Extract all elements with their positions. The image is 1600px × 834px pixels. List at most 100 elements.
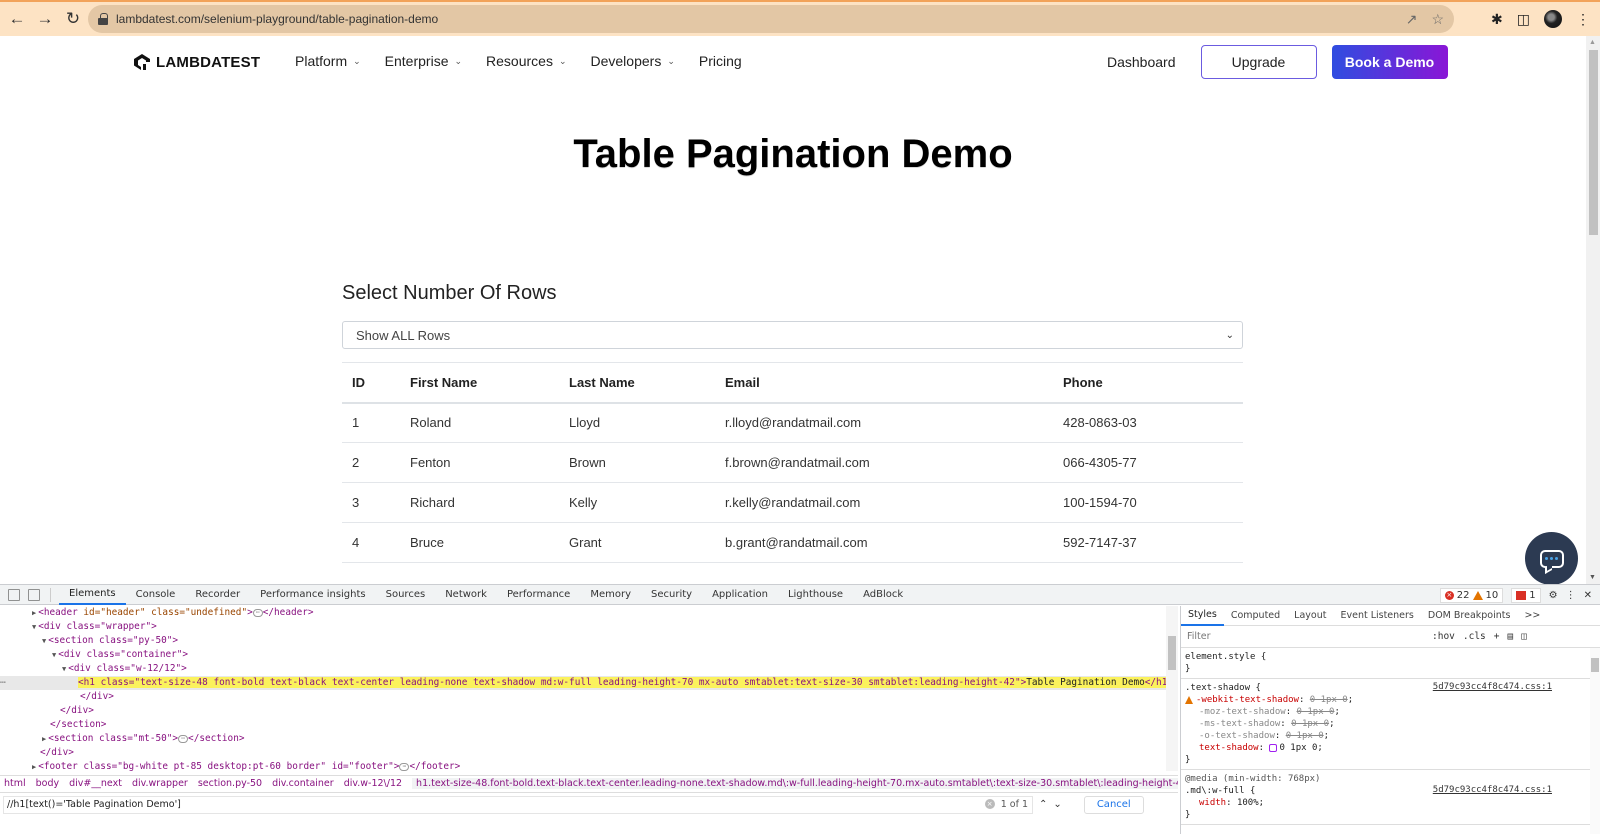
dashboard-link[interactable]: Dashboard <box>1107 54 1176 70</box>
devtools-tab-application[interactable]: Application <box>702 585 778 605</box>
styles-filter-input[interactable]: Filter <box>1184 628 1424 645</box>
dom-node-footer[interactable]: ▶ <footer class="bg-white pt-85 desktop:p… <box>0 760 1170 774</box>
lock-icon[interactable] <box>98 13 108 25</box>
collapsed-ellipsis-icon[interactable]: ⋯ <box>252 608 263 617</box>
style-prop[interactable]: width: 100%; <box>1185 797 1596 809</box>
style-prop[interactable]: -o-text-shadow: 0 1px 0; <box>1185 730 1596 742</box>
nav-enterprise[interactable]: Enterprise ⌄ <box>385 53 462 69</box>
style-prop[interactable]: text-shadow: 0 1px 0; <box>1185 742 1596 754</box>
breadcrumb-html[interactable]: html <box>4 778 26 789</box>
nav-pricing[interactable]: Pricing <box>699 53 742 69</box>
collapsed-ellipsis-icon[interactable]: ⋯ <box>178 734 189 743</box>
devtools-tab-sources[interactable]: Sources <box>376 585 436 605</box>
url-text[interactable]: lambdatest.com/selenium-playground/table… <box>116 12 438 26</box>
back-icon[interactable]: ← <box>4 6 30 32</box>
cancel-search-button[interactable]: Cancel <box>1083 795 1144 814</box>
devtools-tab-console[interactable]: Console <box>126 585 186 605</box>
nav-resources[interactable]: Resources ⌄ <box>486 53 566 69</box>
chat-button[interactable] <box>1525 532 1578 584</box>
tab-styles[interactable]: Styles <box>1181 606 1224 626</box>
settings-gear-icon[interactable]: ⚙ <box>1549 590 1558 601</box>
expand-triangle-icon[interactable]: ▶ <box>32 609 36 617</box>
issues-counter[interactable]: 1 <box>1511 587 1541 603</box>
devtools-tab-lighthouse[interactable]: Lighthouse <box>778 585 853 605</box>
add-rule-icon[interactable]: + <box>1494 631 1500 642</box>
clear-search-icon[interactable]: × <box>984 799 995 809</box>
lambdatest-logo[interactable]: LAMBDATEST <box>132 52 260 72</box>
devtools-tab-performance-insights[interactable]: Performance insights <box>250 585 375 605</box>
breadcrumb-h1[interactable]: h1.text-size-48.font-bold.text-black.tex… <box>412 778 1178 789</box>
dom-scrollbar-thumb[interactable] <box>1168 636 1176 670</box>
toggle-sidebar-icon[interactable]: ◫ <box>1521 631 1527 642</box>
dom-node-header[interactable]: ▶ <header id="header" class="undefined"> ⋯… <box>0 606 1170 620</box>
hov-toggle[interactable]: :hov <box>1432 631 1455 642</box>
share-icon[interactable]: ↗ <box>1406 11 1418 28</box>
breadcrumb-w12[interactable]: div.w-12\/12 <box>344 778 402 789</box>
breadcrumb-section[interactable]: section.py-50 <box>198 778 262 789</box>
dom-node-section[interactable]: ▼ <section class="py-50"> <box>0 634 1170 648</box>
close-devtools-icon[interactable]: ✕ <box>1584 590 1592 601</box>
devtools-tab-recorder[interactable]: Recorder <box>185 585 250 605</box>
styles-scrollbar-thumb[interactable] <box>1591 658 1599 672</box>
error-warning-counter[interactable]: × 22 10 <box>1439 587 1504 603</box>
inspect-element-icon[interactable] <box>8 588 20 601</box>
rule-element-style[interactable]: element.style { } <box>1181 648 1600 679</box>
star-icon[interactable]: ☆ <box>1431 11 1444 28</box>
nav-developers[interactable]: Developers ⌄ <box>591 53 675 69</box>
dom-node-h1-selected[interactable]: ⋯ <h1 class="text-size-48 font-bold text-… <box>0 676 1170 690</box>
devtools-tab-network[interactable]: Network <box>435 585 497 605</box>
breadcrumb-wrapper[interactable]: div.wrapper <box>132 778 188 789</box>
more-options-icon[interactable]: ⋮ <box>1566 590 1576 601</box>
previous-result-icon[interactable]: ⌃ <box>1039 799 1047 810</box>
breadcrumb-container[interactable]: div.container <box>272 778 334 789</box>
sidepanel-icon[interactable]: ◫ <box>1517 11 1530 28</box>
device-toggle-icon[interactable] <box>28 588 40 601</box>
breadcrumb-body[interactable]: body <box>36 778 60 789</box>
forward-icon[interactable]: → <box>32 6 58 32</box>
style-prop[interactable]: -moz-text-shadow: 0 1px 0; <box>1185 706 1596 718</box>
tab-layout[interactable]: Layout <box>1287 606 1333 626</box>
more-tabs-icon[interactable]: >> <box>1517 606 1547 626</box>
menu-icon[interactable]: ⋮ <box>1576 11 1590 28</box>
nav-platform[interactable]: Platform ⌄ <box>295 53 361 69</box>
rule-text-shadow[interactable]: 5d79c93cc4f8c474.css:1 .text-shadow { -w… <box>1181 679 1600 770</box>
collapse-triangle-icon[interactable]: ▼ <box>62 665 66 673</box>
collapse-triangle-icon[interactable]: ▼ <box>42 637 46 645</box>
page-scrollbar[interactable]: ▲ ▼ <box>1586 36 1600 584</box>
collapsed-ellipsis-icon[interactable]: ⋯ <box>399 762 410 771</box>
devtools-tab-adblock[interactable]: AdBlock <box>853 585 913 605</box>
upgrade-button[interactable]: Upgrade <box>1200 45 1317 79</box>
cls-toggle[interactable]: .cls <box>1463 631 1486 642</box>
scroll-up-icon[interactable]: ▲ <box>1589 39 1596 46</box>
address-bar[interactable]: lambdatest.com/selenium-playground/table… <box>88 5 1454 33</box>
page-scrollbar-thumb[interactable] <box>1589 50 1598 235</box>
dom-search-input[interactable]: //h1[text()='Table Pagination Demo'] × 1… <box>3 795 1033 814</box>
style-prop[interactable]: -webkit-text-shadow: 0 1px 0; <box>1185 694 1596 706</box>
collapse-triangle-icon[interactable]: ▼ <box>32 623 36 631</box>
style-prop[interactable]: -ms-text-shadow: 0 1px 0; <box>1185 718 1596 730</box>
rows-select[interactable]: Show ALL Rows ⌄ <box>342 321 1243 349</box>
next-result-icon[interactable]: ⌄ <box>1053 799 1061 810</box>
book-demo-button[interactable]: Book a Demo <box>1331 45 1448 79</box>
expand-triangle-icon[interactable]: ▶ <box>42 735 46 743</box>
dom-node-section-mt[interactable]: ▶ <section class="mt-50"> ⋯ </section> <box>0 732 1170 746</box>
tab-dom-breakpoints[interactable]: DOM Breakpoints <box>1421 606 1518 626</box>
collapse-triangle-icon[interactable]: ▼ <box>52 651 56 659</box>
shadow-editor-icon[interactable] <box>1269 743 1278 752</box>
breadcrumb-next[interactable]: div#__next <box>69 778 122 789</box>
rule-source-link[interactable]: 5d79c93cc4f8c474.css:1 <box>1433 785 1552 795</box>
devtools-tab-memory[interactable]: Memory <box>580 585 641 605</box>
devtools-tab-security[interactable]: Security <box>641 585 702 605</box>
devtools-tab-elements[interactable]: Elements <box>59 585 126 605</box>
profile-avatar[interactable] <box>1544 10 1562 28</box>
tab-computed[interactable]: Computed <box>1224 606 1287 626</box>
reload-icon[interactable]: ↻ <box>60 6 86 32</box>
devtools-tab-performance[interactable]: Performance <box>497 585 580 605</box>
extensions-icon[interactable]: ✱ <box>1491 11 1503 28</box>
rule-source-link[interactable]: 5d79c93cc4f8c474.css:1 <box>1433 682 1552 692</box>
dom-node-container[interactable]: ▼ <div class="container"> <box>0 648 1170 662</box>
expand-triangle-icon[interactable]: ▶ <box>32 763 36 771</box>
rule-md-w-full[interactable]: 5d79c93cc4f8c474.css:1 @media (min-width… <box>1181 770 1600 825</box>
dom-node-wrapper[interactable]: ▼ <div class="wrapper"> <box>0 620 1170 634</box>
dom-node-w12[interactable]: ▼ <div class="w-12/12"> <box>0 662 1170 676</box>
